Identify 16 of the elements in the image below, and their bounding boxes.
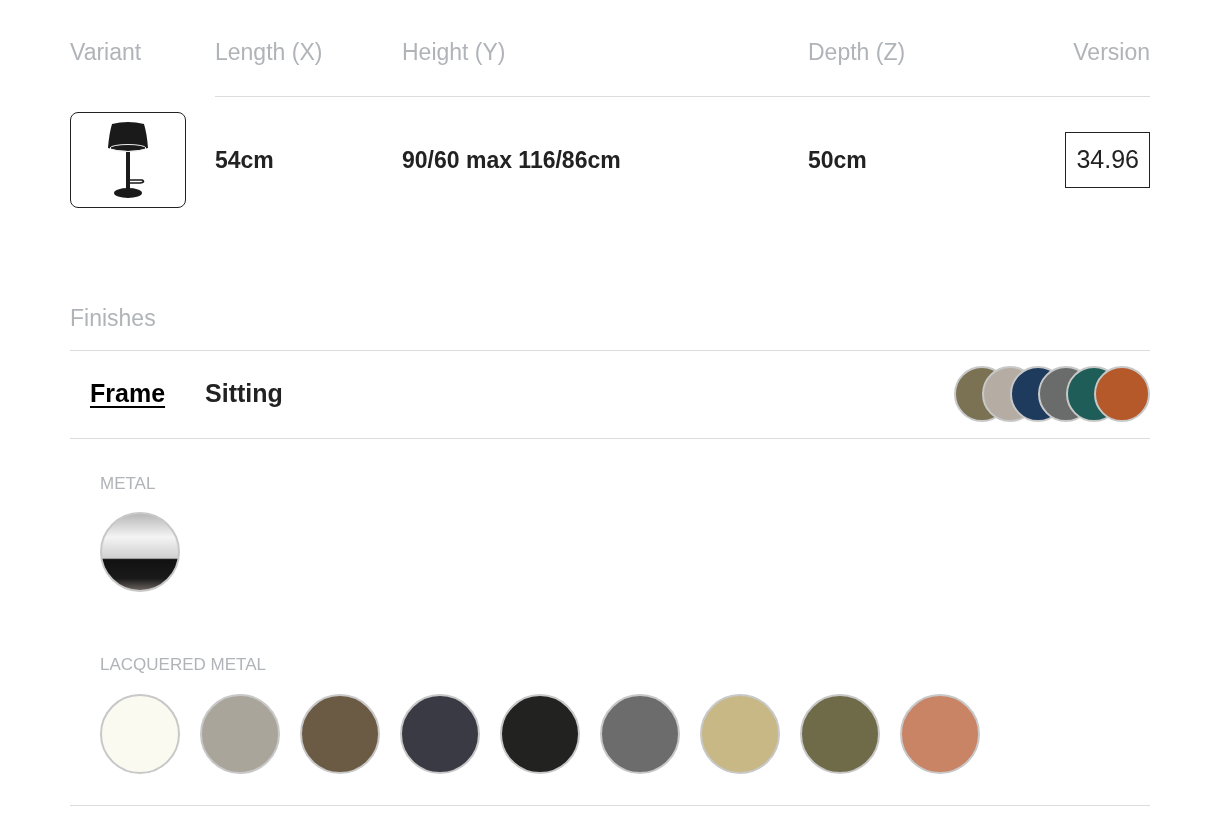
column-header: Length (X) [215, 38, 323, 65]
column-header: Height (Y) [402, 38, 506, 65]
group-title: LACQUERED METAL [100, 654, 267, 676]
variant-thumbnail[interactable] [70, 112, 186, 208]
table-cell: 54cm [215, 146, 274, 173]
version-field: 34.96 [1065, 132, 1150, 188]
tab[interactable]: Frame [90, 375, 166, 413]
table-cell: 50cm [808, 146, 867, 173]
group-title: METAL [100, 472, 157, 495]
column-header: Depth (Z) [808, 38, 906, 65]
bar-stool-icon [106, 120, 150, 200]
column-header: Version [1073, 38, 1150, 65]
section-title: Finishes [70, 304, 157, 333]
tab[interactable]: Sitting [205, 375, 283, 413]
column-header: Variant [70, 38, 142, 65]
table-cell: 90/60 max 116/86cm [402, 146, 621, 173]
